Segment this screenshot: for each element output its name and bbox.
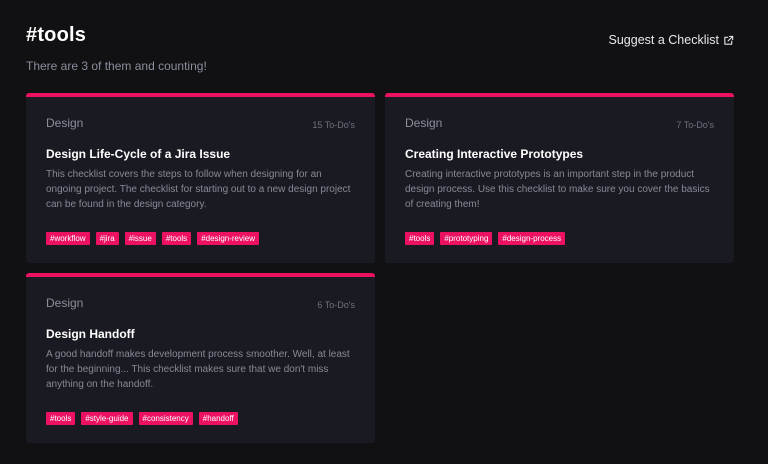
card-title[interactable]: Design Life-Cycle of a Jira Issue: [46, 147, 230, 161]
card-category: Design: [46, 296, 84, 310]
tag[interactable]: #handoff: [198, 412, 238, 425]
tag[interactable]: #workflow: [46, 232, 90, 245]
external-link-icon: [724, 35, 734, 45]
card-tags: #tools #prototyping #design-process: [405, 232, 566, 245]
checklist-card[interactable]: Design 6 To-Do's Design Handoff A good h…: [26, 273, 375, 443]
card-description: A good handoff makes development process…: [46, 349, 350, 390]
card-title[interactable]: Creating Interactive Prototypes: [405, 147, 583, 161]
checklist-card[interactable]: Design 15 To-Do's Design Life-Cycle of a…: [26, 93, 375, 263]
suggest-checklist-label: Suggest a Checklist: [608, 33, 719, 47]
tag[interactable]: #tools: [405, 232, 435, 245]
tag[interactable]: #design-review: [197, 232, 259, 245]
suggest-checklist-link[interactable]: Suggest a Checklist: [609, 33, 734, 47]
page-title: #tools: [26, 24, 87, 46]
page-subtitle: There are 3 of them and counting!: [26, 59, 207, 73]
card-todo-count: 6 To-Do's: [317, 300, 355, 310]
checklist-card[interactable]: Design 7 To-Do's Creating Interactive Pr…: [385, 93, 734, 263]
card-tags: #tools #style-guide #consistency #handof…: [46, 412, 238, 425]
card-tags: #workflow #jira #issue #tools #design-re…: [46, 232, 259, 245]
tag[interactable]: #design-process: [498, 232, 566, 245]
card-title[interactable]: Design Handoff: [46, 327, 135, 341]
card-todo-count: 15 To-Do's: [312, 120, 355, 130]
card-category: Design: [46, 116, 84, 130]
checklist-grid: Design 15 To-Do's Design Life-Cycle of a…: [26, 93, 734, 443]
card-category: Design: [405, 116, 443, 130]
tag[interactable]: #issue: [124, 232, 156, 245]
tag[interactable]: #tools: [161, 232, 192, 245]
tag[interactable]: #jira: [95, 232, 119, 245]
tag[interactable]: #tools: [46, 412, 76, 425]
tag[interactable]: #consistency: [138, 412, 193, 425]
page: #tools There are 3 of them and counting!…: [0, 0, 768, 464]
card-description: This checklist covers the steps to follo…: [46, 169, 351, 210]
card-description: Creating interactive prototypes is an im…: [405, 169, 710, 210]
tag[interactable]: #prototyping: [440, 232, 493, 245]
tag[interactable]: #style-guide: [81, 412, 133, 425]
card-todo-count: 7 To-Do's: [676, 120, 714, 130]
